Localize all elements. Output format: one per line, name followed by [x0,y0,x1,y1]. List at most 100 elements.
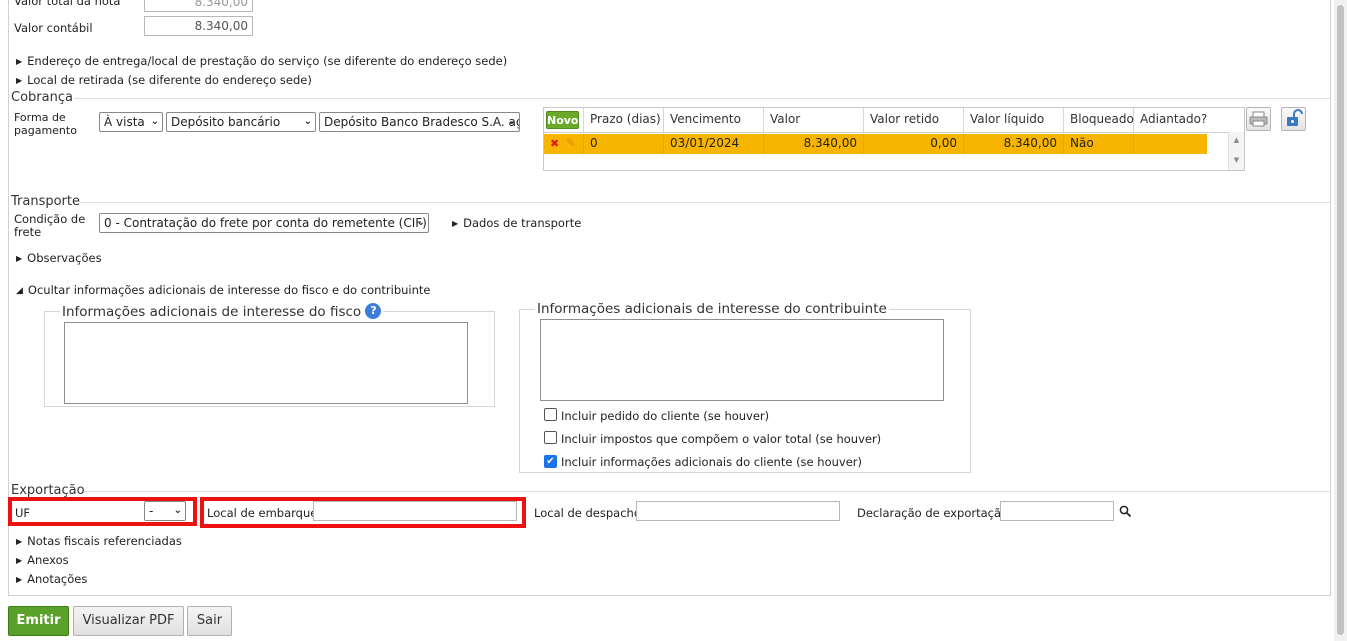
col-header-valor[interactable]: Valor [764,108,864,132]
caret-right-icon: ▶ [16,575,23,584]
incluir-impostos-label: Incluir impostos que compõem o valor tot… [561,432,882,446]
print-button[interactable] [1246,107,1271,131]
scrollbar-thumb[interactable] [1337,5,1344,635]
exportacao-separator [84,491,1331,492]
fisco-legend: Informações adicionais de interesse do f… [60,303,384,320]
forma-pagamento-label-1: Forma de [14,111,66,124]
incluir-info-cliente-label: Incluir informações adicionais do client… [561,455,862,469]
cell-valor: 8.340,00 [764,134,864,154]
delete-icon[interactable]: ✖ [550,137,559,150]
chevron-down-icon: ⌄ [303,116,312,127]
chevron-down-icon: ⌄ [173,505,182,516]
valor-contabil-label: Valor contábil [14,21,93,35]
caret-down-icon: ◢ [16,286,23,296]
condicao-frete-value: 0 - Contratação do frete por conta do re… [104,216,427,230]
condicao-frete-label-1: Condição de [14,212,86,226]
valor-total-field[interactable]: 8.340,00 [144,0,253,12]
endereco-entrega-label: Endereço de entrega/local de prestação d… [27,54,508,68]
prazo-select-value: À vista [104,115,145,129]
incluir-impostos-checkbox[interactable] [544,431,557,444]
info-adicionais-toggle-label: Ocultar informações adicionais de intere… [27,283,431,297]
notas-referenciadas-label: Notas fiscais referenciadas [27,534,182,548]
anotacoes-toggle[interactable]: ▶ Anotações [16,572,87,586]
forma-pagamento-label-2: pagamento [14,124,77,137]
cell-vencimento: 03/01/2024 [664,134,764,154]
uf-select[interactable]: - ⌄ [144,501,186,521]
emitir-button[interactable]: Emitir [8,606,69,636]
visualizar-pdf-button[interactable]: Visualizar PDF [73,606,184,636]
declaracao-exportacao-label: Declaração de exportação [857,506,1009,520]
parcelas-table: Novo Prazo (dias) Vencimento Valor Valor… [543,107,1245,171]
fisco-textarea[interactable] [64,322,468,404]
cell-bloqueado: Não [1064,134,1134,154]
chevron-down-icon: ⌄ [507,116,516,127]
col-header-adiantado[interactable]: Adiantado? [1134,108,1244,132]
table-action-header: Novo [544,108,584,132]
exportacao-title: Exportação [11,483,85,498]
checkmark-icon: ✔ [546,456,555,467]
anexos-label: Anexos [27,553,69,567]
header-divider [544,132,1244,133]
local-despacho-label: Local de despacho [534,506,641,520]
incluir-info-cliente-checkbox[interactable]: ✔ [544,455,557,468]
scroll-down-icon[interactable]: ▼ [1229,156,1244,164]
col-header-valor-retido[interactable]: Valor retido [864,108,964,132]
contribuinte-textarea[interactable] [540,319,944,401]
notas-referenciadas-toggle[interactable]: ▶ Notas fiscais referenciadas [16,534,182,548]
transporte-title: Transporte [11,194,80,209]
search-icon[interactable] [1119,505,1132,518]
cell-adiantado [1134,134,1207,154]
caret-right-icon: ▶ [16,537,23,546]
col-header-prazo[interactable]: Prazo (dias) [584,108,664,132]
uf-select-value: - [149,504,154,518]
cobranca-title: Cobrança [11,90,73,105]
chevron-down-icon: ⌄ [416,217,425,228]
incluir-pedido-checkbox[interactable] [544,408,557,421]
cobranca-separator [74,98,1331,99]
observacoes-label: Observações [27,251,102,265]
tipo-pagamento-select[interactable]: Depósito bancário ⌄ [166,112,316,132]
info-adicionais-toggle[interactable]: ◢ Ocultar informações adicionais de inter… [16,283,430,297]
caret-right-icon: ▶ [16,254,23,263]
transporte-separator [80,202,1331,203]
unlock-icon [1287,109,1303,126]
contribuinte-legend: Informações adicionais de interesse do c… [535,301,889,317]
condicao-frete-label-2: frete [14,225,42,239]
fisco-legend-text: Informações adicionais de interesse do f… [62,304,362,320]
banco-select[interactable]: Depósito Banco Bradesco S.A. ag ⌄ [319,112,520,132]
col-header-valor-liquido[interactable]: Valor líquido [964,108,1064,132]
local-retirada-toggle[interactable]: ▶ Local de retirada (se diferente do ende… [16,73,312,87]
local-despacho-input[interactable] [636,501,840,521]
endereco-entrega-toggle[interactable]: ▶ Endereço de entrega/local de prestação … [16,54,507,68]
dados-transporte-label: Dados de transporte [463,216,582,230]
cell-valor-liquido: 8.340,00 [964,134,1064,154]
condicao-frete-select[interactable]: 0 - Contratação do frete por conta do re… [99,213,429,233]
anotacoes-label: Anotações [27,572,88,586]
col-header-bloqueado[interactable]: Bloqueado [1064,108,1134,132]
row-actions: ✖ ✎ [544,134,584,154]
edit-pencil-icon[interactable]: ✎ [566,136,576,150]
anexos-toggle[interactable]: ▶ Anexos [16,553,69,567]
cell-prazo: 0 [584,134,664,154]
local-embarque-label: Local de embarque [207,506,318,520]
prazo-select[interactable]: À vista ⌄ [99,112,163,132]
col-header-vencimento[interactable]: Vencimento [664,108,764,132]
declaracao-exportacao-input[interactable] [1000,501,1114,521]
banco-select-value: Depósito Banco Bradesco S.A. ag [324,115,520,129]
caret-right-icon: ▶ [452,219,459,228]
novo-button[interactable]: Novo [546,111,579,129]
dados-transporte-toggle[interactable]: ▶ Dados de transporte [452,216,581,230]
local-retirada-label: Local de retirada (se diferente do ender… [27,73,312,87]
caret-right-icon: ▶ [16,57,23,66]
vertical-scrollbar[interactable] [1334,0,1347,641]
table-scrollbar[interactable]: ▲ ▼ [1228,132,1244,170]
valor-contabil-field[interactable]: 8.340,00 [144,16,253,36]
unlock-button[interactable] [1281,107,1306,131]
printer-icon [1249,111,1268,127]
cell-valor-retido: 0,00 [864,134,964,154]
local-embarque-input[interactable] [313,501,517,521]
scroll-up-icon[interactable]: ▲ [1229,136,1244,144]
sair-button[interactable]: Sair [187,606,232,636]
observacoes-toggle[interactable]: ▶ Observações [16,251,102,265]
help-icon[interactable]: ? [365,303,382,319]
